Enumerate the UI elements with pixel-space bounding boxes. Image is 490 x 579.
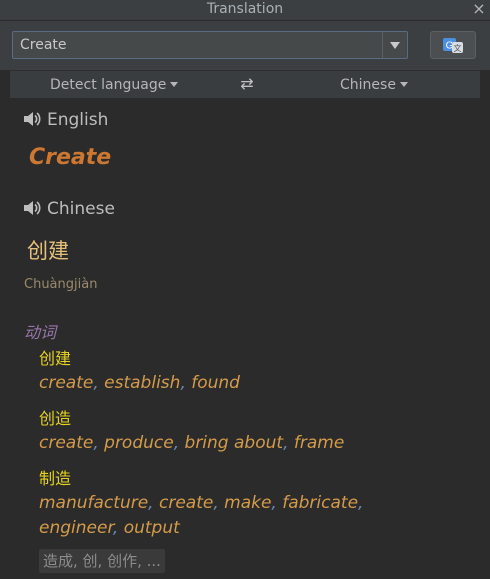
translate-button[interactable]: G 文 <box>430 31 476 59</box>
search-input[interactable]: Create <box>20 32 67 59</box>
search-combobox[interactable]: Create <box>12 31 408 59</box>
entry-meanings: create, establish, found <box>39 371 240 396</box>
close-icon[interactable]: × <box>470 0 488 19</box>
title-bar: Translation × <box>0 0 490 21</box>
chevron-down-icon <box>170 82 179 87</box>
dropdown-button[interactable] <box>382 32 407 58</box>
target-language-header: Chinese <box>23 199 115 219</box>
dictionary-entry: 创造 create, produce, bring about, frame <box>39 405 344 456</box>
meaning-word: output <box>123 518 180 538</box>
part-of-speech: 动词 <box>24 323 57 342</box>
toolbar: Create G 文 <box>0 21 490 70</box>
meaning-word: establish <box>104 373 181 393</box>
source-language-header: English <box>23 110 108 130</box>
swap-icon[interactable]: ⇄ <box>236 75 258 93</box>
speaker-icon[interactable] <box>23 200 41 216</box>
meaning-word: create <box>39 433 94 453</box>
meaning-word: make <box>224 493 272 513</box>
dictionary-entry: 创建 create, establish, found <box>39 345 240 396</box>
phonetic: Chuàngjiàn <box>24 277 98 292</box>
meaning-word: frame <box>293 433 345 453</box>
meaning-word: bring about <box>184 433 284 453</box>
source-language-label: Detect language <box>50 77 167 93</box>
meaning-word: found <box>191 373 240 393</box>
target-language-label: Chinese <box>340 77 396 93</box>
chevron-down-icon <box>399 82 408 87</box>
language-bar: Detect language ⇄ Chinese <box>10 70 480 99</box>
meaning-separator: , <box>93 373 105 393</box>
meaning-separator: , <box>173 433 185 453</box>
svg-text:文: 文 <box>454 43 462 53</box>
meaning-separator: , <box>93 433 105 453</box>
meaning-word: produce <box>104 433 174 453</box>
window-title: Translation <box>206 1 284 17</box>
speaker-icon[interactable] <box>23 111 41 127</box>
meaning-word: manufacture <box>39 493 149 513</box>
meaning-separator: , <box>148 493 159 513</box>
meaning-separator: , <box>283 433 294 453</box>
meaning-word: create <box>39 373 94 393</box>
source-language-select[interactable]: Detect language <box>50 71 179 99</box>
entry-meanings: manufacture, create, make, fabricate, en… <box>39 491 399 541</box>
entry-word: 创造 <box>39 409 72 428</box>
target-word: 创建 <box>27 239 69 263</box>
entry-meanings: create, produce, bring about, frame <box>39 431 344 456</box>
target-language-name: Chinese <box>47 199 115 219</box>
meaning-word: fabricate <box>282 493 359 513</box>
meaning-separator: , <box>112 518 124 538</box>
chevron-down-icon <box>390 42 400 49</box>
meaning-separator: , <box>271 493 283 513</box>
meaning-separator: , <box>213 493 225 513</box>
translation-panel: English Create Chinese 创建 Chuàngjiàn 动词 … <box>10 98 480 579</box>
target-language-select[interactable]: Chinese <box>340 71 408 99</box>
meaning-word: create <box>158 493 214 513</box>
translate-icon: G 文 <box>443 38 463 53</box>
meaning-separator: , <box>358 493 364 513</box>
entry-word: 制造 <box>39 469 72 488</box>
meaning-separator: , <box>180 373 192 393</box>
entry-word: 创建 <box>39 349 72 368</box>
source-language-name: English <box>47 110 109 130</box>
source-word: Create <box>29 145 112 170</box>
dictionary-entry: 制造 manufacture, create, make, fabricate,… <box>39 465 399 541</box>
meaning-word: engineer <box>39 518 113 538</box>
more-translations[interactable]: 造成, 创, 创作, ... <box>39 549 165 573</box>
